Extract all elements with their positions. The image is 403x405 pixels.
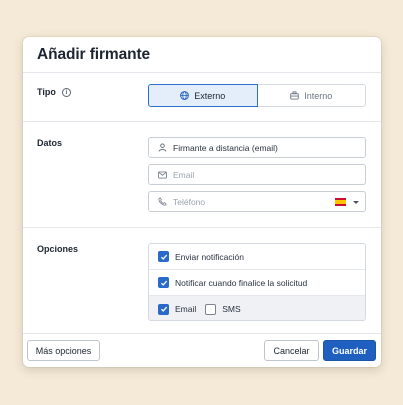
notify-finish-label: Notificar cuando finalice la solicitud	[175, 277, 308, 288]
datos-section-label: Datos	[37, 138, 62, 148]
spain-flag-icon[interactable]	[335, 198, 346, 206]
add-signer-dialog: Añadir firmante Tipo i Externo Interno D…	[23, 37, 381, 367]
opciones-section-label: Opciones	[37, 244, 78, 254]
opciones-label: Opciones	[37, 244, 79, 254]
email-placeholder: Email	[173, 169, 195, 180]
list-item[interactable]: Enviar notificación	[149, 244, 365, 270]
email-channel-label: Email	[175, 304, 197, 314]
cancel-button[interactable]: Cancelar	[264, 340, 319, 361]
globe-icon	[180, 91, 190, 100]
divider	[23, 333, 381, 334]
chevron-down-icon[interactable]	[353, 201, 359, 204]
check-icon	[160, 306, 167, 312]
phone-field[interactable]: Teléfono	[148, 191, 366, 212]
email-channel-checkbox[interactable]	[158, 303, 169, 315]
dialog-title: Añadir firmante	[37, 46, 151, 63]
briefcase-icon	[290, 91, 299, 100]
mail-icon	[158, 170, 167, 179]
tipo-section-label: Tipo i	[37, 87, 71, 97]
divider	[23, 227, 381, 228]
externo-label: Externo	[194, 90, 226, 101]
interno-option[interactable]: Interno	[257, 84, 366, 107]
signer-type-value: Firmante a distancia (email)	[173, 142, 278, 153]
divider	[23, 72, 381, 73]
signer-type-toggle: Externo Interno	[148, 84, 366, 107]
more-options-button[interactable]: Más opciones	[27, 340, 100, 361]
divider	[23, 121, 381, 122]
options-list: Enviar notificación Notificar cuando fin…	[148, 243, 366, 321]
notify-finish-checkbox[interactable]	[158, 277, 169, 288]
check-icon	[160, 254, 167, 260]
check-icon	[160, 280, 167, 286]
signer-type-select[interactable]: Firmante a distancia (email)	[148, 137, 366, 158]
person-icon	[158, 143, 167, 152]
sms-channel-label: SMS	[222, 304, 241, 314]
info-icon[interactable]: i	[61, 87, 71, 97]
save-button[interactable]: Guardar	[323, 340, 376, 361]
send-notification-checkbox[interactable]	[158, 251, 169, 262]
phone-icon	[158, 197, 167, 206]
tipo-label: Tipo	[37, 87, 56, 97]
interno-label: Interno	[304, 90, 333, 101]
list-item[interactable]: Notificar cuando finalice la solicitud	[149, 270, 365, 296]
externo-option[interactable]: Externo	[148, 84, 258, 107]
sms-channel-checkbox[interactable]	[205, 303, 217, 315]
email-field[interactable]: Email	[148, 164, 366, 185]
datos-label: Datos	[37, 138, 63, 148]
send-notification-label: Enviar notificación	[175, 251, 244, 262]
list-item: Email SMS	[149, 296, 365, 320]
phone-placeholder: Teléfono	[173, 196, 206, 207]
